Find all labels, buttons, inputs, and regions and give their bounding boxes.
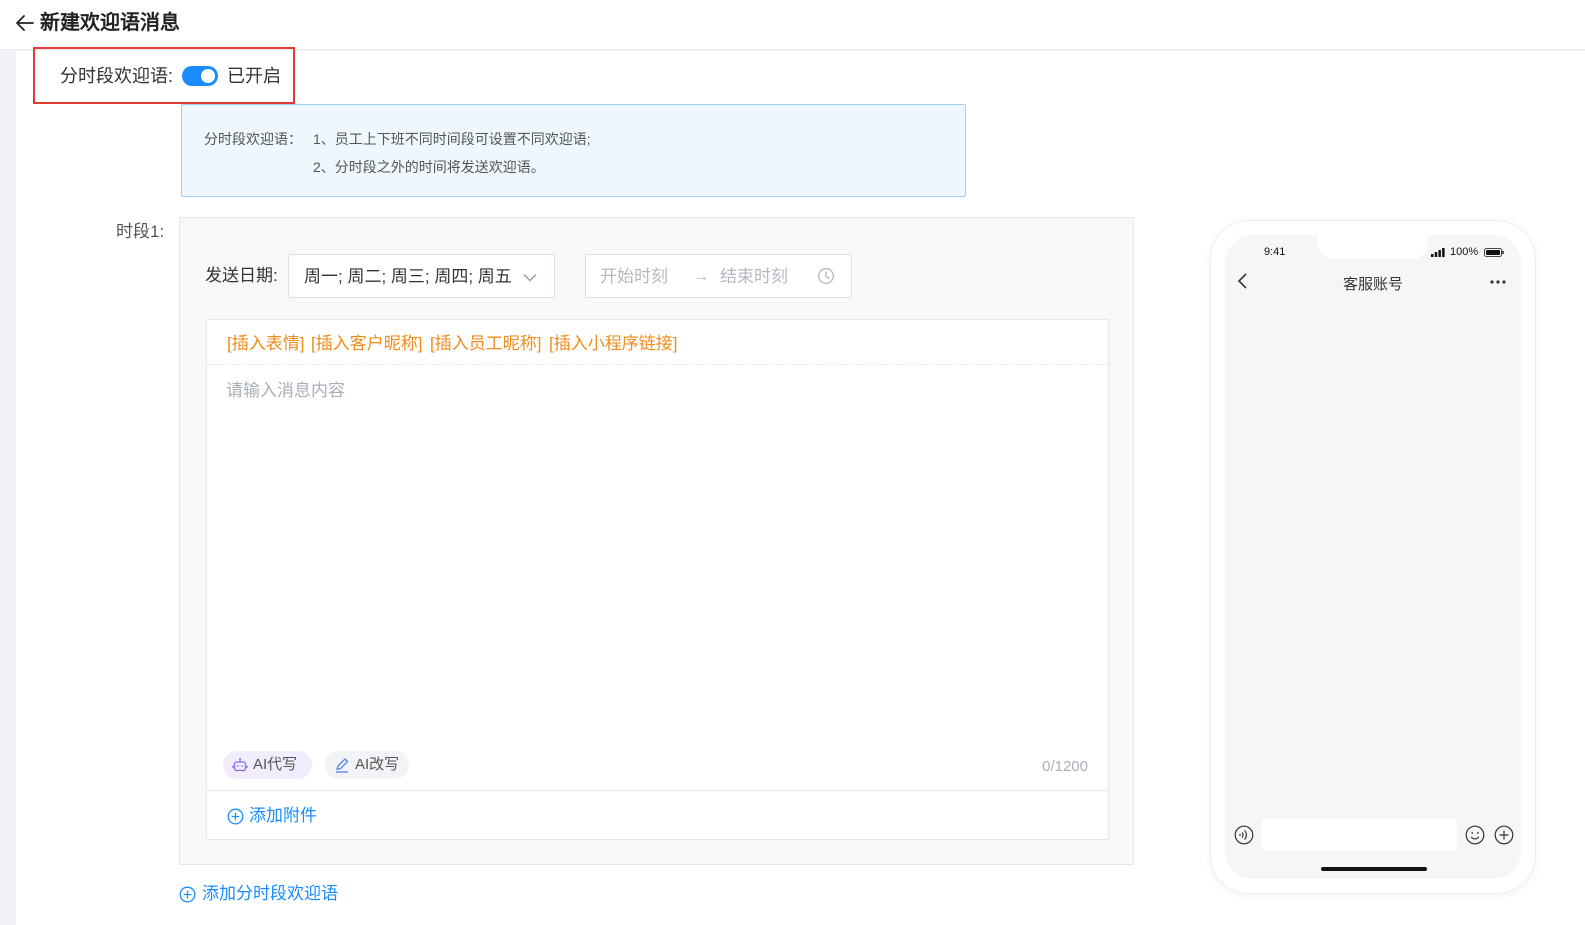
message-input[interactable] [226, 376, 1086, 736]
char-counter: 0/1200 [1042, 758, 1088, 775]
insert-emoji-link[interactable]: [插入表情] [227, 333, 304, 355]
add-time-segment-button[interactable]: 添加分时段欢迎语 [179, 883, 379, 907]
plus-circle-icon [227, 808, 244, 825]
info-line-1: 1、员工上下班不同时间段可设置不同欢迎语; [313, 131, 591, 147]
voice-icon[interactable] [1234, 825, 1254, 845]
time-segment-toggle-row: 分时段欢迎语: 已开启 [33, 47, 295, 104]
switch-knob [201, 69, 215, 83]
home-indicator [1321, 867, 1427, 871]
add-attachment-label: 添加附件 [249, 806, 317, 825]
robot-icon [232, 758, 248, 772]
phone-preview: 9:41 100% 客服账号 [1211, 221, 1535, 893]
clock-icon [818, 268, 834, 284]
attachment-bar: 添加附件 [207, 790, 1108, 840]
add-time-segment-label: 添加分时段欢迎语 [202, 884, 338, 903]
time-segment-switch[interactable] [182, 66, 218, 86]
main-content: 分时段欢迎语: 已开启 分时段欢迎语： 1、员工上下班不同时间段可设置不同欢迎语… [16, 47, 1585, 925]
info-notice: 分时段欢迎语： 1、员工上下班不同时间段可设置不同欢迎语; 2、分时段之外的时间… [181, 104, 966, 197]
signal-icon [1431, 248, 1445, 257]
insert-miniprogram-link[interactable]: [插入小程序链接] [549, 333, 677, 355]
message-editor: [插入表情] [插入客户昵称] [插入员工昵称] [插入小程序链接] AI代写 [206, 319, 1109, 840]
more-dots-icon[interactable] [1487, 275, 1509, 289]
end-time-placeholder: 结束时刻 [720, 267, 788, 286]
battery-percent: 100% [1450, 246, 1479, 258]
weekday-select-value: 周一; 周二; 周三; 周四; 周五 [304, 267, 512, 286]
back-arrow-icon[interactable] [13, 11, 37, 35]
time-segment-toggle-label: 分时段欢迎语: [60, 66, 174, 86]
info-line-2: 2、分时段之外的时间将发送欢迎语。 [313, 159, 545, 175]
chat-text-input[interactable] [1262, 819, 1457, 851]
start-time-placeholder: 开始时刻 [600, 267, 668, 286]
pen-icon [336, 758, 349, 773]
chat-title: 客服账号 [1342, 276, 1403, 293]
ai-write-button[interactable]: AI代写 [223, 751, 312, 779]
range-separator: → [693, 268, 709, 285]
time-range-picker[interactable]: 开始时刻 → 结束时刻 [585, 254, 852, 298]
chevron-down-icon [523, 274, 537, 282]
insert-toolbar: [插入表情] [插入客户昵称] [插入员工昵称] [插入小程序链接] [207, 320, 1108, 365]
ai-rewrite-label: AI改写 [355, 756, 400, 773]
status-time: 9:41 [1264, 246, 1286, 258]
send-date-label: 发送日期: [205, 266, 278, 285]
segment-label: 时段1: [116, 222, 165, 241]
page-header: 新建欢迎语消息 [0, 0, 1585, 50]
page-title: 新建欢迎语消息 [40, 12, 180, 34]
phone-notch [1318, 235, 1428, 259]
ai-write-label: AI代写 [253, 756, 298, 773]
plus-circle-icon [179, 886, 196, 903]
plus-icon[interactable] [1494, 825, 1514, 845]
status-indicators: 100% [1431, 245, 1511, 259]
toggle-state-text: 已开启 [227, 66, 281, 86]
emoji-icon[interactable] [1465, 825, 1485, 845]
info-prefix: 分时段欢迎语： [204, 131, 302, 147]
weekday-select[interactable]: 周一; 周二; 周三; 周四; 周五 [288, 254, 555, 298]
ai-rewrite-button[interactable]: AI改写 [325, 751, 409, 779]
insert-customer-nickname-link[interactable]: [插入客户昵称] [311, 333, 422, 355]
battery-icon [1484, 248, 1504, 257]
phone-screen: 9:41 100% 客服账号 [1225, 235, 1521, 879]
insert-employee-nickname-link[interactable]: [插入员工昵称] [430, 333, 541, 355]
segment-panel: 发送日期: 周一; 周二; 周三; 周四; 周五 开始时刻 → 结束时刻 [插入… [179, 217, 1134, 865]
